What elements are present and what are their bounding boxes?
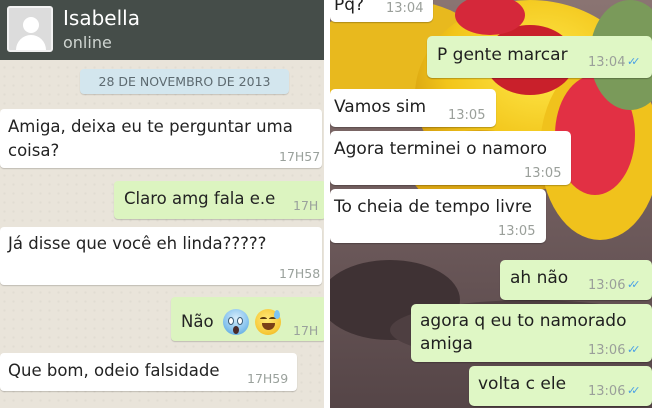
message-text: To cheia de tempo livre [334, 197, 532, 217]
message-bubble-outgoing[interactable]: agora q eu to namorado amiga 13:06 ✓✓ [411, 304, 652, 362]
double-check-read-icon: ✓✓ [627, 384, 641, 397]
message-bubble-incoming[interactable]: Agora terminei o namoro 13:05 [330, 131, 571, 185]
message-text: Não [181, 312, 214, 331]
message-text: agora q eu to namorado [420, 311, 627, 331]
double-check-read-icon: ✓✓ [627, 55, 641, 68]
message-text: ah não [510, 268, 569, 288]
message-text: Agora terminei o namoro [334, 139, 548, 159]
message-text: Pq? [334, 0, 365, 15]
face-screaming-in-fear-icon [223, 309, 249, 335]
date-badge: 28 DE NOVEMBRO DE 2013 [80, 69, 289, 94]
message-text: Vamos sim [334, 97, 427, 117]
message-time: 13:05 [498, 224, 536, 239]
message-text: Já disse que você eh linda????? [8, 234, 267, 253]
message-bubble-outgoing[interactable]: Não 17H [171, 297, 324, 341]
message-text: P gente marcar [437, 45, 568, 65]
message-bubble-outgoing[interactable]: volta c ele 13:06 ✓✓ [469, 366, 652, 406]
message-bubble-incoming[interactable]: Que bom, odeio falsidade 17H59 [0, 353, 297, 391]
message-bubble-incoming[interactable]: To cheia de tempo livre 13:05 [330, 189, 546, 243]
contact-avatar[interactable] [7, 6, 53, 52]
message-time: 13:05 [448, 108, 486, 123]
message-bubble-incoming[interactable]: Amiga, deixa eu te perguntar uma coisa? … [0, 109, 322, 168]
avatar-person-icon [23, 17, 39, 33]
left-chat-screenshot: Isabella online 28 DE NOVEMBRO DE 2013 A… [0, 0, 324, 408]
contact-name[interactable]: Isabella [63, 6, 140, 30]
smiling-face-with-sweat-icon [255, 309, 281, 335]
message-time: 17H58 [279, 266, 321, 281]
message-text: Amiga, deixa eu te perguntar uma [8, 117, 293, 136]
message-text: Que bom, odeio falsidade [8, 361, 220, 380]
message-time: 17H [293, 198, 319, 213]
message-text: volta c ele [478, 374, 567, 394]
message-time: 13:04 [386, 1, 424, 16]
contact-status: online [63, 33, 112, 52]
double-check-read-icon: ✓✓ [627, 278, 641, 291]
message-bubble-incoming[interactable]: Vamos sim 13:05 [330, 89, 496, 127]
message-text: amiga [420, 334, 473, 354]
message-time: 13:06 [588, 343, 626, 358]
avatar-person-body [16, 35, 46, 50]
message-time: 13:05 [524, 166, 562, 181]
message-time: 17H57 [279, 149, 321, 164]
message-bubble-outgoing[interactable]: P gente marcar 13:04 ✓✓ [427, 36, 652, 78]
message-bubble-incoming[interactable]: Já disse que você eh linda????? 17H58 [0, 227, 322, 285]
message-text: coisa? [8, 141, 60, 160]
message-bubble-incoming[interactable]: Pq? 13:04 [330, 0, 433, 22]
right-chat-screenshot: Pq? 13:04 P gente marcar 13:04 ✓✓ Vamos … [330, 0, 652, 408]
chat-header[interactable]: Isabella online [0, 0, 324, 60]
message-time: 17H59 [247, 371, 289, 386]
message-time: 13:04 [588, 55, 626, 70]
double-check-read-icon: ✓✓ [627, 343, 641, 356]
message-time: 13:06 [588, 384, 626, 399]
message-time: 17H [293, 323, 319, 338]
message-bubble-outgoing[interactable]: ah não 13:06 ✓✓ [500, 260, 652, 300]
message-text: Claro amg fala e.e [124, 189, 276, 208]
message-bubble-outgoing[interactable]: Claro amg fala e.e 17H [114, 181, 324, 219]
message-time: 13:06 [588, 278, 626, 293]
